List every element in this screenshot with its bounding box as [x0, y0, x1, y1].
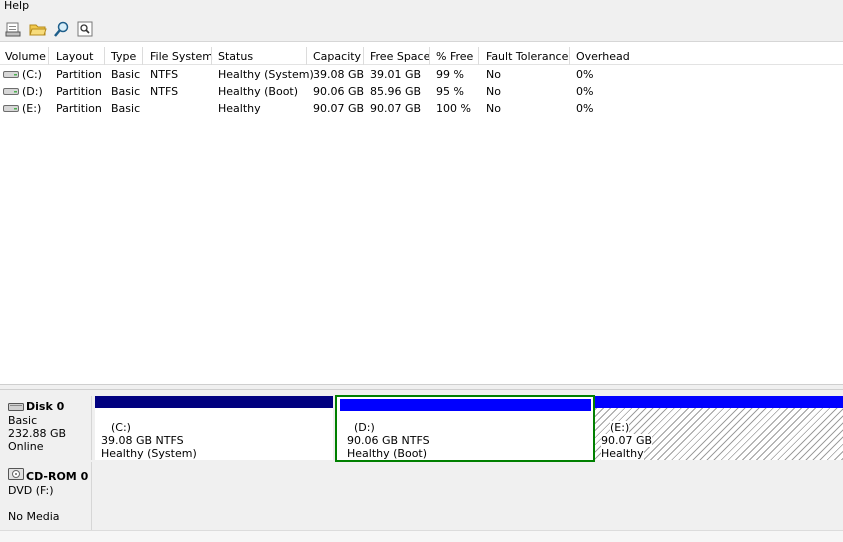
partition-e-size: 90.07 GB: [601, 434, 653, 447]
cell-fault-tolerance: No: [486, 68, 501, 81]
cdrom-0-state: No Media: [8, 510, 60, 523]
cell-percent-free: 100 %: [436, 102, 471, 115]
drive-icon: [3, 88, 19, 95]
cell-overhead: 0%: [576, 102, 594, 115]
partition-d-bar: [340, 399, 591, 411]
partition-c-size: 39.08 GB NTFS: [101, 434, 184, 447]
column-capacity[interactable]: Capacity: [313, 50, 361, 63]
volume-list: Volume Layout Type File System Status Ca…: [0, 47, 843, 384]
cell-file-system: NTFS: [150, 68, 179, 81]
volume-list-header: Volume Layout Type File System Status Ca…: [0, 47, 843, 65]
partition-d-status: Healthy (Boot): [347, 447, 428, 460]
zoom-icon[interactable]: [76, 20, 94, 38]
toolbar: [0, 14, 843, 42]
cell-status: Healthy (Boot): [218, 85, 299, 98]
cell-volume: (C:): [22, 68, 42, 81]
status-strip: [0, 530, 843, 542]
disk-0-state: Online: [8, 440, 44, 453]
table-row[interactable]: (D:) Partition Basic NTFS Healthy (Boot)…: [0, 83, 843, 100]
cell-type: Basic: [111, 85, 141, 98]
column-percent-free[interactable]: % Free: [436, 50, 473, 63]
column-volume[interactable]: Volume: [5, 50, 46, 63]
partition-c-bar: [95, 396, 333, 408]
cdrom-0-area: [93, 462, 843, 530]
search-icon[interactable]: [53, 20, 71, 38]
cell-status: Healthy (System): [218, 68, 314, 81]
cell-type: Basic: [111, 102, 141, 115]
partition-e-status: Healthy: [601, 447, 644, 460]
partition-e-name: (E:): [610, 421, 630, 434]
cell-layout: Partition: [56, 68, 102, 81]
menu-bar: Help: [0, 0, 843, 14]
cell-capacity: 39.08 GB: [313, 68, 365, 81]
partition-d-name: (D:): [354, 421, 375, 434]
partition-c-name: (C:): [111, 421, 131, 434]
table-row[interactable]: (E:) Partition Basic Healthy 90.07 GB 90…: [0, 100, 843, 117]
column-free-space[interactable]: Free Space: [370, 50, 430, 63]
cell-fault-tolerance: No: [486, 85, 501, 98]
cell-overhead: 0%: [576, 85, 594, 98]
cell-status: Healthy: [218, 102, 261, 115]
cell-free-space: 90.07 GB: [370, 102, 422, 115]
column-overhead[interactable]: Overhead: [576, 50, 630, 63]
disk-0-label[interactable]: Disk 0 Basic 232.88 GB Online: [0, 396, 92, 460]
disk-map: Disk 0 Basic 232.88 GB Online (C:) 39.08…: [0, 390, 843, 542]
cell-file-system: NTFS: [150, 85, 179, 98]
column-file-system[interactable]: File System: [150, 50, 213, 63]
cell-fault-tolerance: No: [486, 102, 501, 115]
partition-d[interactable]: (D:) 90.06 GB NTFS Healthy (Boot): [335, 395, 595, 462]
column-status[interactable]: Status: [218, 50, 253, 63]
column-layout[interactable]: Layout: [56, 50, 93, 63]
partition-d-size: 90.06 GB NTFS: [347, 434, 430, 447]
cell-capacity: 90.06 GB: [313, 85, 365, 98]
partition-e[interactable]: (E:) 90.07 GB Healthy: [595, 396, 843, 460]
cell-volume: (D:): [22, 85, 43, 98]
column-type[interactable]: Type: [111, 50, 136, 63]
partition-c-status: Healthy (System): [101, 447, 197, 460]
partition-e-bar: [595, 396, 843, 408]
open-folder-icon[interactable]: [29, 20, 47, 38]
cell-layout: Partition: [56, 102, 102, 115]
disk-0-size: 232.88 GB: [8, 427, 67, 440]
partition-c[interactable]: (C:) 39.08 GB NTFS Healthy (System): [95, 396, 333, 460]
disk-properties-icon[interactable]: [5, 20, 23, 38]
table-row[interactable]: (C:) Partition Basic NTFS Healthy (Syste…: [0, 66, 843, 83]
cell-volume: (E:): [22, 102, 42, 115]
cell-percent-free: 99 %: [436, 68, 464, 81]
cell-free-space: 85.96 GB: [370, 85, 422, 98]
hard-disk-icon: [8, 403, 24, 411]
drive-icon: [3, 105, 19, 112]
drive-icon: [3, 71, 19, 78]
cdrom-0-title: CD-ROM 0: [26, 470, 89, 483]
disk-0-type: Basic: [8, 414, 38, 427]
cell-capacity: 90.07 GB: [313, 102, 365, 115]
cdrom-icon: [8, 468, 24, 480]
cell-type: Basic: [111, 68, 141, 81]
disk-0-title: Disk 0: [26, 400, 65, 413]
cdrom-0-type: DVD (F:): [8, 484, 54, 497]
menu-help[interactable]: Help: [4, 0, 29, 12]
cell-free-space: 39.01 GB: [370, 68, 422, 81]
cell-percent-free: 95 %: [436, 85, 464, 98]
cell-layout: Partition: [56, 85, 102, 98]
cell-overhead: 0%: [576, 68, 594, 81]
column-fault-tolerance[interactable]: Fault Tolerance: [486, 50, 568, 63]
cdrom-0-label[interactable]: CD-ROM 0 DVD (F:) No Media: [0, 462, 92, 530]
